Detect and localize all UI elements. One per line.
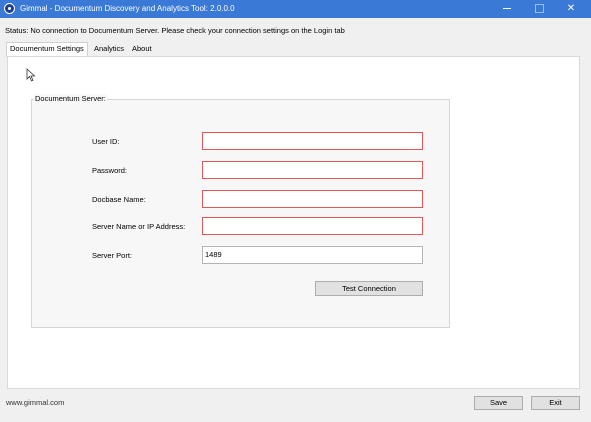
save-button[interactable]: Save <box>474 396 523 410</box>
test-connection-button[interactable]: Test Connection <box>315 281 423 296</box>
docbase-name-label: Docbase Name: <box>92 195 146 204</box>
server-name-input[interactable] <box>202 217 423 235</box>
user-id-input[interactable] <box>202 132 423 150</box>
minimize-icon <box>503 7 511 9</box>
user-id-label: User ID: <box>92 137 120 146</box>
window-title: Gimmal - Documentum Discovery and Analyt… <box>20 4 235 13</box>
close-button[interactable]: ✕ <box>556 0 586 18</box>
maximize-button[interactable] <box>524 0 554 18</box>
mouse-cursor-icon <box>26 68 36 82</box>
gimmal-website-link[interactable]: www.gimmal.com <box>6 398 64 407</box>
group-title: Documentum Server: <box>34 94 107 103</box>
server-port-label: Server Port: <box>92 251 133 260</box>
exit-button[interactable]: Exit <box>531 396 580 410</box>
title-bar: Gimmal - Documentum Discovery and Analyt… <box>0 0 591 18</box>
tab-about[interactable]: About <box>129 43 155 55</box>
password-label: Password: <box>92 166 128 175</box>
tab-documentum-settings[interactable]: Documentum Settings <box>6 42 88 57</box>
minimize-button[interactable] <box>492 0 522 18</box>
server-port-input[interactable]: 1489 <box>202 246 423 264</box>
maximize-icon <box>534 3 544 13</box>
server-name-label: Server Name or IP Address: <box>92 222 186 231</box>
status-text: Status: No connection to Documentum Serv… <box>5 26 345 35</box>
password-input[interactable] <box>202 161 423 179</box>
tab-analytics[interactable]: Analytics <box>91 43 127 55</box>
close-icon: ✕ <box>566 3 576 14</box>
docbase-name-input[interactable] <box>202 190 423 208</box>
gimmal-app-icon <box>4 3 15 14</box>
